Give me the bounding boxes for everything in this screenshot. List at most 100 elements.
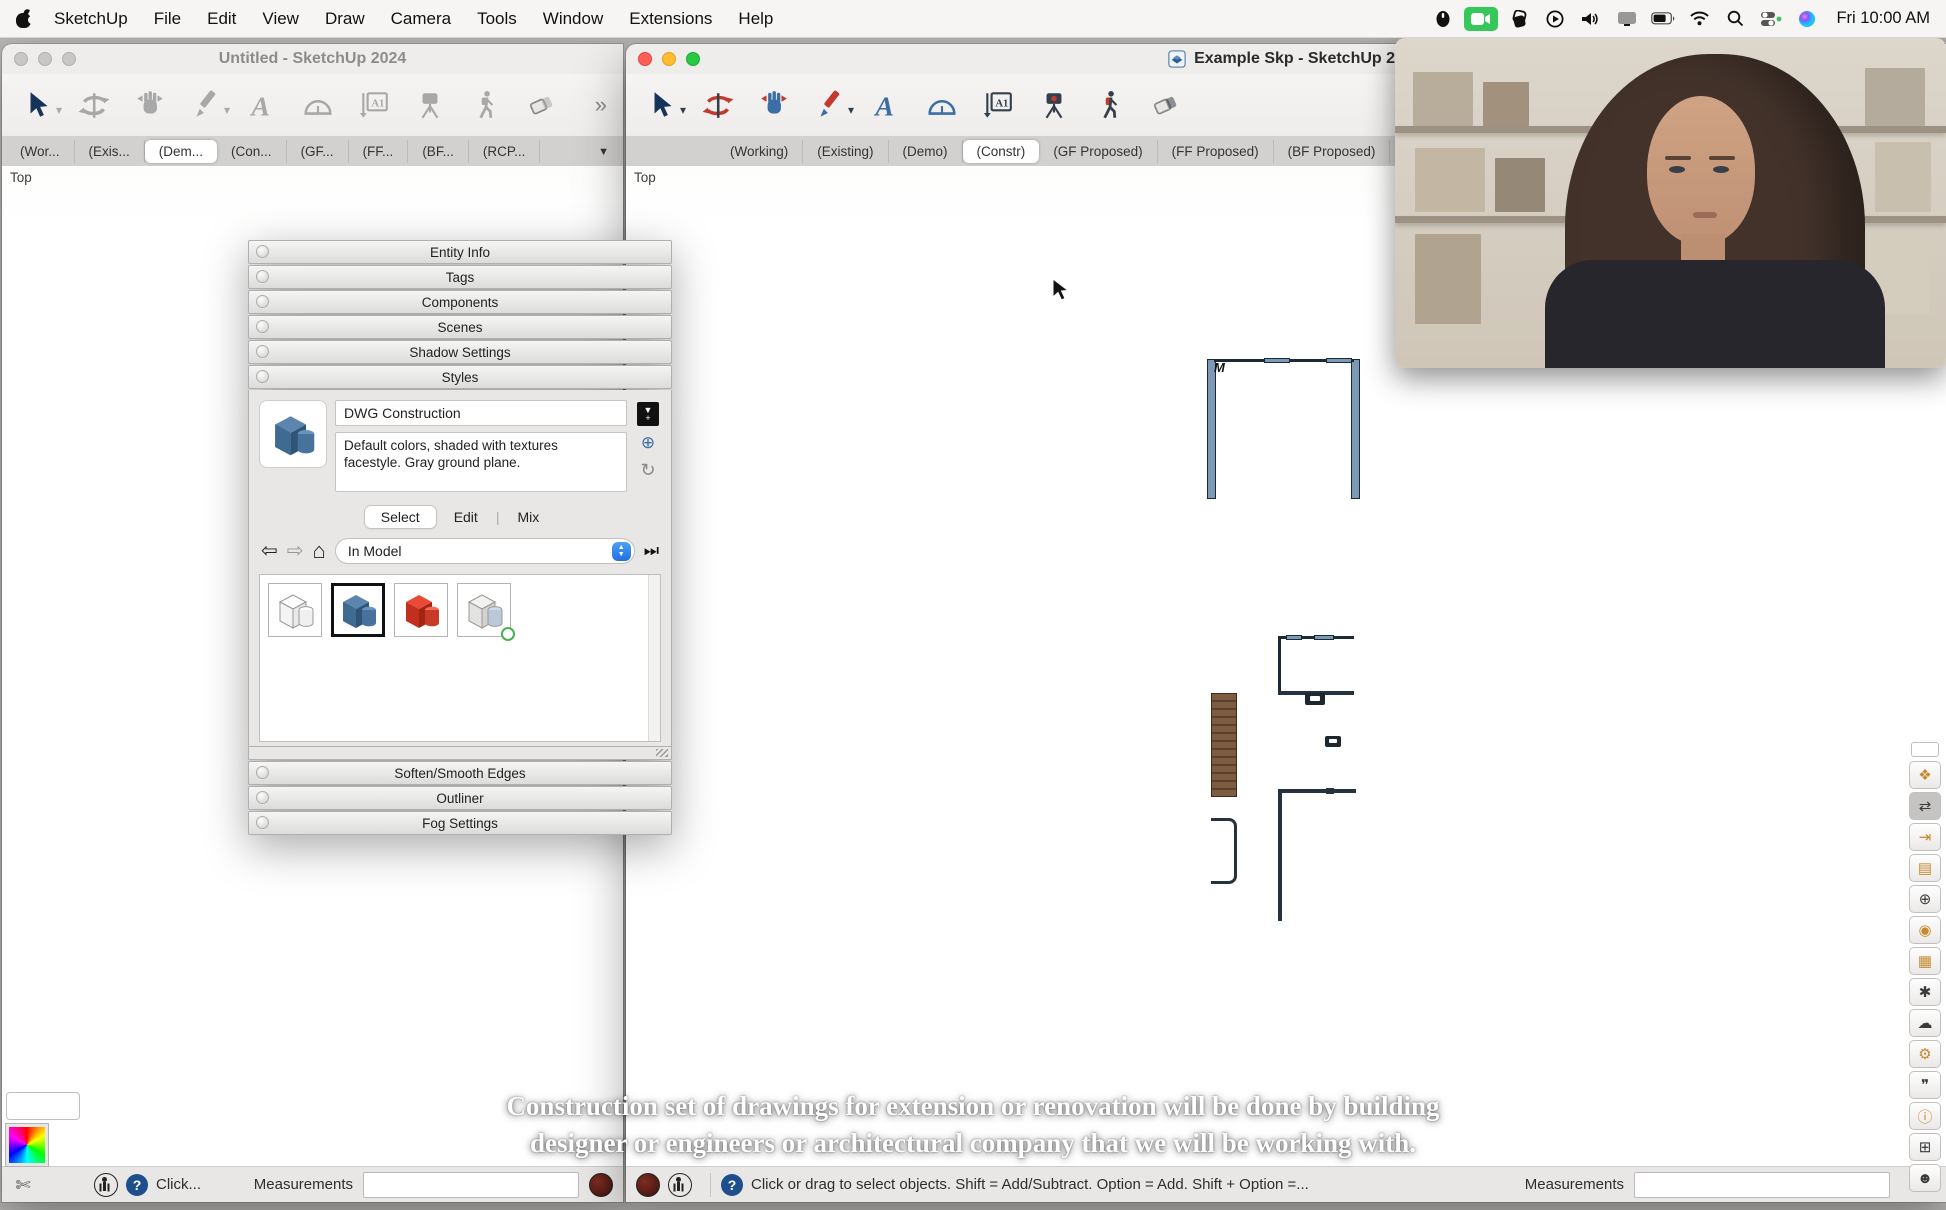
cart-icon[interactable]: ⊞ <box>1909 1133 1941 1161</box>
tray-section-header[interactable]: Components <box>248 290 672 314</box>
add-circle-icon[interactable]: ⊕ <box>1909 885 1941 913</box>
section-toggle-icon[interactable] <box>256 791 269 804</box>
eraser-tool-icon[interactable] <box>516 81 568 129</box>
rail-field[interactable] <box>1911 742 1939 757</box>
menu-item[interactable]: Window <box>530 0 616 38</box>
pan-tool-icon[interactable] <box>748 81 800 129</box>
cursor-scissors-icon[interactable]: ✄ <box>6 1170 40 1200</box>
menu-item[interactable]: SketchUp <box>41 0 141 38</box>
floorplan-wall[interactable] <box>1278 789 1282 921</box>
siri-icon[interactable] <box>1792 7 1822 31</box>
scene-tab[interactable]: (Wor... <box>6 140 75 163</box>
screen-record-icon[interactable] <box>1428 7 1458 31</box>
swatch-field[interactable] <box>6 1092 80 1120</box>
walk-tool-icon[interactable] <box>460 81 512 129</box>
account-icon[interactable]: ☻ <box>1909 1164 1941 1192</box>
chat-icon[interactable]: ❞ <box>1909 1071 1941 1099</box>
scene-tab[interactable]: (Demo) <box>889 140 963 163</box>
scrollbar[interactable] <box>648 575 660 741</box>
menu-item[interactable]: Draw <box>312 0 378 38</box>
volume-icon[interactable] <box>1576 7 1606 31</box>
shortcuts-icon[interactable] <box>1504 7 1534 31</box>
pan-tool-icon[interactable] <box>124 81 176 129</box>
floorplan-wall-segment[interactable] <box>1326 358 1352 363</box>
section-toggle-icon[interactable] <box>256 345 269 358</box>
tab-edit[interactable]: Edit <box>438 506 494 528</box>
tray-section-header[interactable]: Entity Info <box>248 240 672 264</box>
tray-section-header[interactable]: Tags <box>248 265 672 289</box>
measurements-input[interactable] <box>363 1171 579 1198</box>
section-toggle-icon[interactable] <box>256 766 269 779</box>
apple-menu-icon[interactable] <box>16 7 36 28</box>
floorplan-fixture[interactable] <box>1325 736 1341 747</box>
menu-item[interactable]: Extensions <box>616 0 725 38</box>
tray-section-header[interactable]: Scenes <box>248 315 672 339</box>
section-toggle-icon[interactable] <box>256 370 269 383</box>
protractor-tool-icon[interactable] <box>916 81 968 129</box>
scene-tab[interactable]: (Exis... <box>75 140 145 163</box>
collection-dropdown[interactable]: In Model ▲ ▼ <box>334 538 635 564</box>
floorplan-wall-segment[interactable] <box>1264 358 1290 363</box>
scene-tab[interactable]: (FF... <box>349 140 409 163</box>
scene-camera-icon[interactable]: ⇥ <box>1909 823 1941 851</box>
text3d-tool-icon[interactable]: A <box>236 81 288 129</box>
close-button[interactable] <box>14 52 28 66</box>
scene-tab[interactable]: (Con... <box>217 140 287 163</box>
scene-tab[interactable]: (BF Proposed) <box>1274 140 1391 163</box>
tab-select[interactable]: Select <box>364 506 436 528</box>
scene-tab[interactable]: (Constr) <box>962 140 1040 163</box>
tray-resize-grip[interactable] <box>248 747 672 760</box>
geolocation-icon[interactable] <box>94 1172 118 1197</box>
menu-item[interactable]: Help <box>725 0 786 38</box>
account-badge-icon[interactable] <box>636 1172 660 1197</box>
text3d-tool-icon[interactable]: A <box>860 81 912 129</box>
tab-mix[interactable]: Mix <box>501 506 555 528</box>
section-toggle-icon[interactable] <box>256 320 269 333</box>
scene-tab[interactable]: (BF... <box>408 140 469 163</box>
menubar-clock[interactable]: Fri 10:00 AM <box>1836 9 1930 28</box>
line-tool-icon[interactable] <box>180 81 232 129</box>
menu-item[interactable]: Camera <box>378 0 464 38</box>
info-circle-icon[interactable]: ⓘ <box>1909 1102 1941 1130</box>
zoom-button[interactable] <box>686 52 700 66</box>
section-toggle-icon[interactable] <box>256 295 269 308</box>
line-tool-icon[interactable] <box>804 81 856 129</box>
details-button[interactable]: ⏭ <box>644 541 659 561</box>
component-sync-icon[interactable]: ⇄ <box>1909 792 1941 820</box>
control-center-icon[interactable] <box>1756 7 1786 31</box>
left-titlebar[interactable]: Untitled - SketchUp 2024 <box>2 44 623 74</box>
scene-tab[interactable]: (Dem... <box>144 140 218 163</box>
forward-button[interactable]: ⇨ <box>287 541 304 561</box>
extension-warehouse-icon[interactable]: ❖ <box>1909 761 1941 789</box>
floorplan-wall-line[interactable] <box>1278 636 1281 694</box>
update-style-button[interactable]: ↻ <box>637 460 659 480</box>
tray-section-header[interactable]: Outliner <box>248 786 672 810</box>
secondary-pane-button[interactable]: ▼ + <box>637 402 659 426</box>
scene-tab[interactable]: (RCP... <box>469 140 541 163</box>
walk-tool-icon[interactable] <box>1084 81 1136 129</box>
close-button[interactable] <box>638 52 652 66</box>
help-icon[interactable]: ? <box>721 1173 743 1196</box>
tray-section-header[interactable]: Soften/Smooth Edges <box>248 761 672 785</box>
floorplan-wall[interactable] <box>1278 789 1356 793</box>
tray-section-header[interactable]: Shadow Settings <box>248 340 672 364</box>
scene-tab[interactable]: (GF... <box>287 140 349 163</box>
floorplan-sink[interactable] <box>1305 693 1325 705</box>
active-style-preview[interactable] <box>259 400 327 468</box>
account-badge-icon[interactable] <box>589 1172 613 1197</box>
style-cubes-outline[interactable] <box>268 583 322 637</box>
floorplan-wall-segment[interactable] <box>1314 635 1334 640</box>
geolocation-icon[interactable] <box>668 1172 692 1197</box>
section-toggle-icon[interactable] <box>256 816 269 829</box>
position-camera-tool-icon[interactable] <box>1028 81 1080 129</box>
wifi-icon[interactable] <box>1684 7 1714 31</box>
position-camera-tool-icon[interactable] <box>404 81 456 129</box>
materials-book-icon[interactable]: ▦ <box>1909 947 1941 975</box>
floorplan-wall-stub[interactable] <box>1326 788 1334 794</box>
dimension-tool-icon[interactable]: A1 <box>348 81 400 129</box>
play-circle-icon[interactable] <box>1540 7 1570 31</box>
floorplan-wall[interactable] <box>1351 359 1360 499</box>
cloud-upload-icon[interactable]: ☁ <box>1909 1009 1941 1037</box>
menu-item[interactable]: Tools <box>464 0 530 38</box>
camera-menubar-icon[interactable] <box>1464 6 1499 31</box>
